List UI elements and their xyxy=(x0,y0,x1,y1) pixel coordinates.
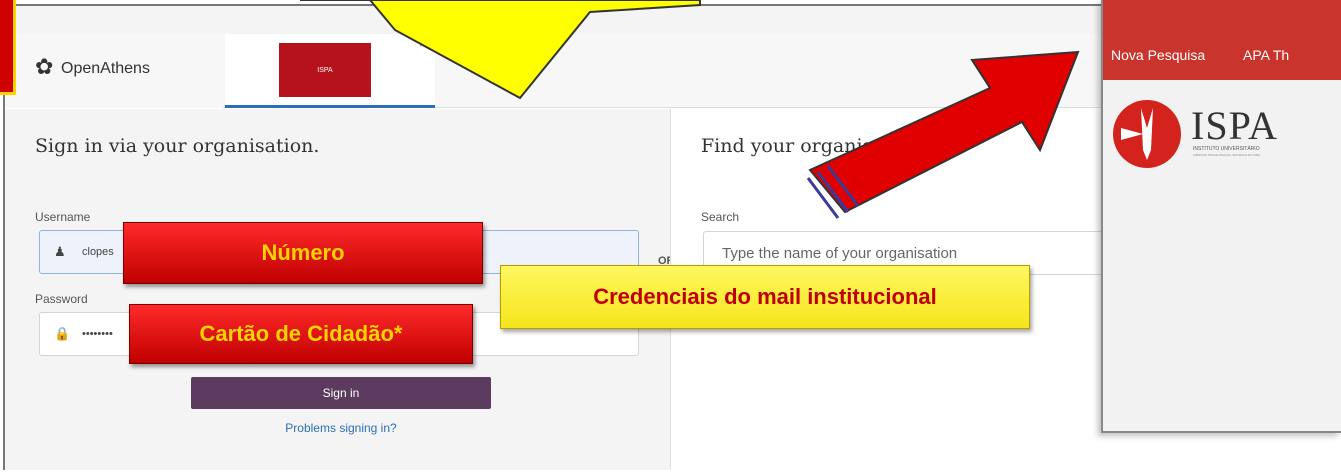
credenciais-annotation: Credenciais do mail institucional xyxy=(500,265,1030,329)
cartao-annotation: Cartão de Cidadão* xyxy=(129,304,473,364)
red-arrow-icon xyxy=(806,50,1080,219)
numero-annotation: Número xyxy=(123,222,483,284)
yellow-callout-shape xyxy=(300,0,701,100)
